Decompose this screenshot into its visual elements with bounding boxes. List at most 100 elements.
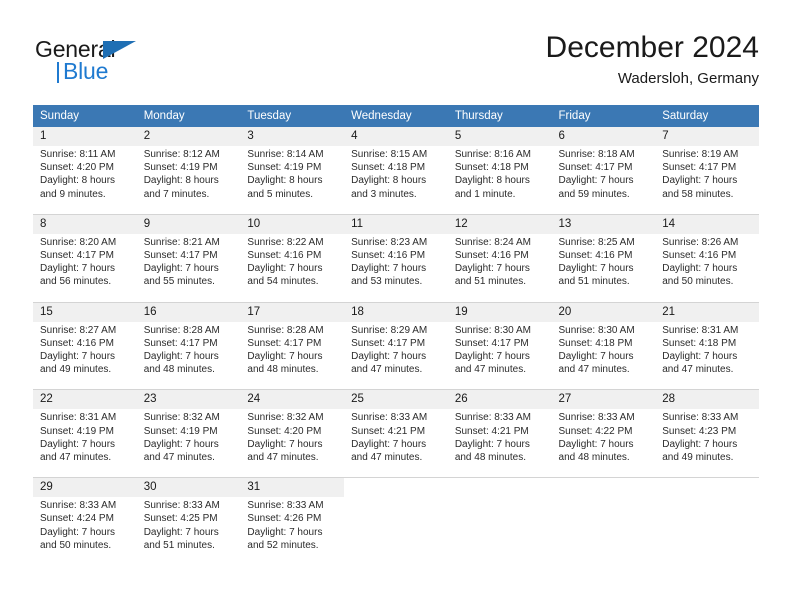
day-number-cell[interactable]: 21	[655, 302, 759, 322]
day-sunset-text: Sunset: 4:19 PM	[40, 425, 114, 437]
day-number-cell[interactable]: 6	[551, 127, 656, 146]
day-number-cell[interactable]: 9	[136, 214, 241, 234]
day-sunset-text: Sunset: 4:25 PM	[143, 513, 218, 525]
day-number-cell[interactable]: 12	[447, 214, 552, 234]
day-sunset-text: Sunset: 4:19 PM	[143, 162, 218, 174]
day-daylight-text: Daylight: 7 hours	[454, 351, 530, 363]
day-info-cell: Sunrise: 8:29 AM Sunset: 4:17 PM Daylight:…	[344, 321, 448, 377]
day-number-cell[interactable]: 30	[136, 477, 241, 498]
day-number-cell[interactable]: 19	[447, 302, 552, 322]
day-daylight-text: Daylight: 7 hours	[558, 263, 634, 275]
day-number-cell[interactable]: 3	[240, 127, 345, 146]
week-info-row: Sunrise: 8:33 AM Sunset: 4:24 PM Daylight:…	[33, 497, 759, 553]
day-number-cell[interactable]: 17	[240, 302, 345, 322]
day-number-cell[interactable]: 5	[447, 127, 552, 146]
day-number-cell[interactable]: 2	[136, 127, 241, 146]
day-daylight-text: and 51 minutes.	[558, 276, 630, 288]
day-sunset-text: Sunset: 4:17 PM	[454, 337, 529, 349]
day-number-cell[interactable]: 14	[655, 214, 759, 234]
day-number-cell[interactable]: 27	[551, 389, 656, 410]
day-info-cell: Sunrise: 8:33 AM Sunset: 4:26 PM Daylight:…	[240, 497, 345, 553]
week-info-row: Sunrise: 8:20 AM Sunset: 4:17 PM Daylight:…	[33, 233, 759, 289]
day-info-cell: Sunrise: 8:33 AM Sunset: 4:22 PM Daylight:…	[551, 409, 656, 465]
week-daynumber-row: 8 9 10 11 12 13 14	[33, 214, 759, 234]
day-number-cell[interactable]: 4	[344, 127, 448, 146]
day-number-cell[interactable]: 7	[655, 127, 759, 146]
day-info-cell: Sunrise: 8:33 AM Sunset: 4:21 PM Daylight:…	[447, 409, 552, 465]
empty-day-cell	[447, 477, 552, 498]
empty-day-cell	[551, 477, 656, 498]
day-sunset-text: Sunset: 4:18 PM	[558, 337, 633, 349]
day-number-cell[interactable]: 31	[240, 477, 345, 498]
day-number-cell[interactable]: 25	[344, 389, 448, 410]
day-daylight-text: and 58 minutes.	[662, 188, 734, 200]
day-sunrise-text: Sunrise: 8:29 AM	[351, 324, 428, 336]
day-sunrise-text: Sunrise: 8:25 AM	[558, 236, 635, 248]
day-info-cell: Sunrise: 8:14 AM Sunset: 4:19 PM Daylight:…	[240, 146, 345, 201]
day-sunrise-text: Sunrise: 8:33 AM	[143, 500, 220, 512]
day-number-cell[interactable]: 8	[33, 214, 137, 234]
day-number-cell[interactable]: 29	[33, 477, 137, 498]
day-number-cell[interactable]: 10	[240, 214, 345, 234]
day-number-cell[interactable]: 15	[33, 302, 137, 322]
day-sunrise-text: Sunrise: 8:26 AM	[662, 236, 739, 248]
day-number-cell[interactable]: 22	[33, 389, 137, 410]
day-sunrise-text: Sunrise: 8:23 AM	[351, 236, 428, 248]
day-daylight-text: Daylight: 7 hours	[351, 263, 427, 275]
day-daylight-text: Daylight: 8 hours	[454, 175, 530, 187]
day-daylight-text: Daylight: 7 hours	[143, 263, 219, 275]
day-daylight-text: and 54 minutes.	[247, 276, 319, 288]
day-daylight-text: Daylight: 7 hours	[558, 351, 634, 363]
day-sunset-text: Sunset: 4:17 PM	[351, 337, 426, 349]
day-daylight-text: Daylight: 7 hours	[351, 351, 427, 363]
day-sunrise-text: Sunrise: 8:20 AM	[40, 236, 117, 248]
week-info-row: Sunrise: 8:31 AM Sunset: 4:19 PM Daylight:…	[33, 409, 759, 465]
day-sunrise-text: Sunrise: 8:33 AM	[40, 500, 117, 512]
day-number-cell[interactable]: 26	[447, 389, 552, 410]
day-number-cell[interactable]: 1	[33, 127, 137, 146]
day-daylight-text: Daylight: 7 hours	[247, 263, 323, 275]
week-info-row: Sunrise: 8:11 AM Sunset: 4:20 PM Daylight:…	[33, 146, 759, 201]
week-separator-row	[33, 288, 759, 303]
day-number-cell[interactable]: 20	[551, 302, 656, 322]
day-daylight-text: Daylight: 7 hours	[40, 438, 116, 450]
day-daylight-text: Daylight: 7 hours	[143, 351, 219, 363]
logo-triangle-icon	[103, 41, 136, 59]
day-info-cell: Sunrise: 8:33 AM Sunset: 4:21 PM Daylight:…	[344, 409, 448, 465]
day-sunset-text: Sunset: 4:17 PM	[558, 162, 633, 174]
day-info-cell: Sunrise: 8:25 AM Sunset: 4:16 PM Daylight:…	[551, 233, 656, 289]
day-info-cell: Sunrise: 8:21 AM Sunset: 4:17 PM Daylight:…	[136, 233, 241, 289]
week-separator	[33, 464, 759, 479]
day-sunset-text: Sunset: 4:17 PM	[40, 250, 114, 262]
day-number-cell[interactable]: 16	[136, 302, 241, 322]
day-sunset-text: Sunset: 4:21 PM	[454, 425, 529, 437]
day-info-cell: Sunrise: 8:24 AM Sunset: 4:16 PM Daylight:…	[447, 233, 552, 289]
weekday-header-thursday: Thursday	[447, 105, 552, 127]
day-daylight-text: Daylight: 7 hours	[662, 263, 738, 275]
day-number-cell[interactable]: 11	[344, 214, 448, 234]
general-blue-logo: General Blue	[35, 36, 215, 92]
week-daynumber-row: 22 23 24 25 26 27 28	[33, 389, 759, 410]
day-sunset-text: Sunset: 4:17 PM	[143, 250, 218, 262]
day-info-cell: Sunrise: 8:26 AM Sunset: 4:16 PM Daylight:…	[655, 233, 759, 289]
weekday-header-friday: Friday	[551, 105, 656, 127]
day-info-cell: Sunrise: 8:12 AM Sunset: 4:19 PM Daylight:…	[136, 146, 241, 201]
day-daylight-text: and 49 minutes.	[40, 364, 112, 376]
day-daylight-text: and 56 minutes.	[40, 276, 112, 288]
weekday-header-saturday: Saturday	[655, 105, 759, 127]
day-number-cell[interactable]: 23	[136, 389, 241, 410]
empty-day-cell	[655, 477, 759, 498]
day-sunrise-text: Sunrise: 8:16 AM	[454, 149, 531, 160]
day-sunrise-text: Sunrise: 8:22 AM	[247, 236, 324, 248]
day-number-cell[interactable]: 28	[655, 389, 759, 410]
day-number-cell[interactable]: 24	[240, 389, 345, 410]
day-sunrise-text: Sunrise: 8:30 AM	[558, 324, 635, 336]
day-info-cell: Sunrise: 8:30 AM Sunset: 4:18 PM Daylight:…	[551, 321, 656, 377]
day-daylight-text: and 48 minutes.	[247, 364, 319, 376]
day-number-cell[interactable]: 13	[551, 214, 656, 234]
day-info-cell: Sunrise: 8:33 AM Sunset: 4:24 PM Daylight:…	[33, 497, 137, 553]
day-info-cell: Sunrise: 8:28 AM Sunset: 4:17 PM Daylight:…	[240, 321, 345, 377]
day-sunset-text: Sunset: 4:16 PM	[662, 250, 737, 262]
day-daylight-text: and 47 minutes.	[40, 452, 112, 464]
day-number-cell[interactable]: 18	[344, 302, 448, 322]
